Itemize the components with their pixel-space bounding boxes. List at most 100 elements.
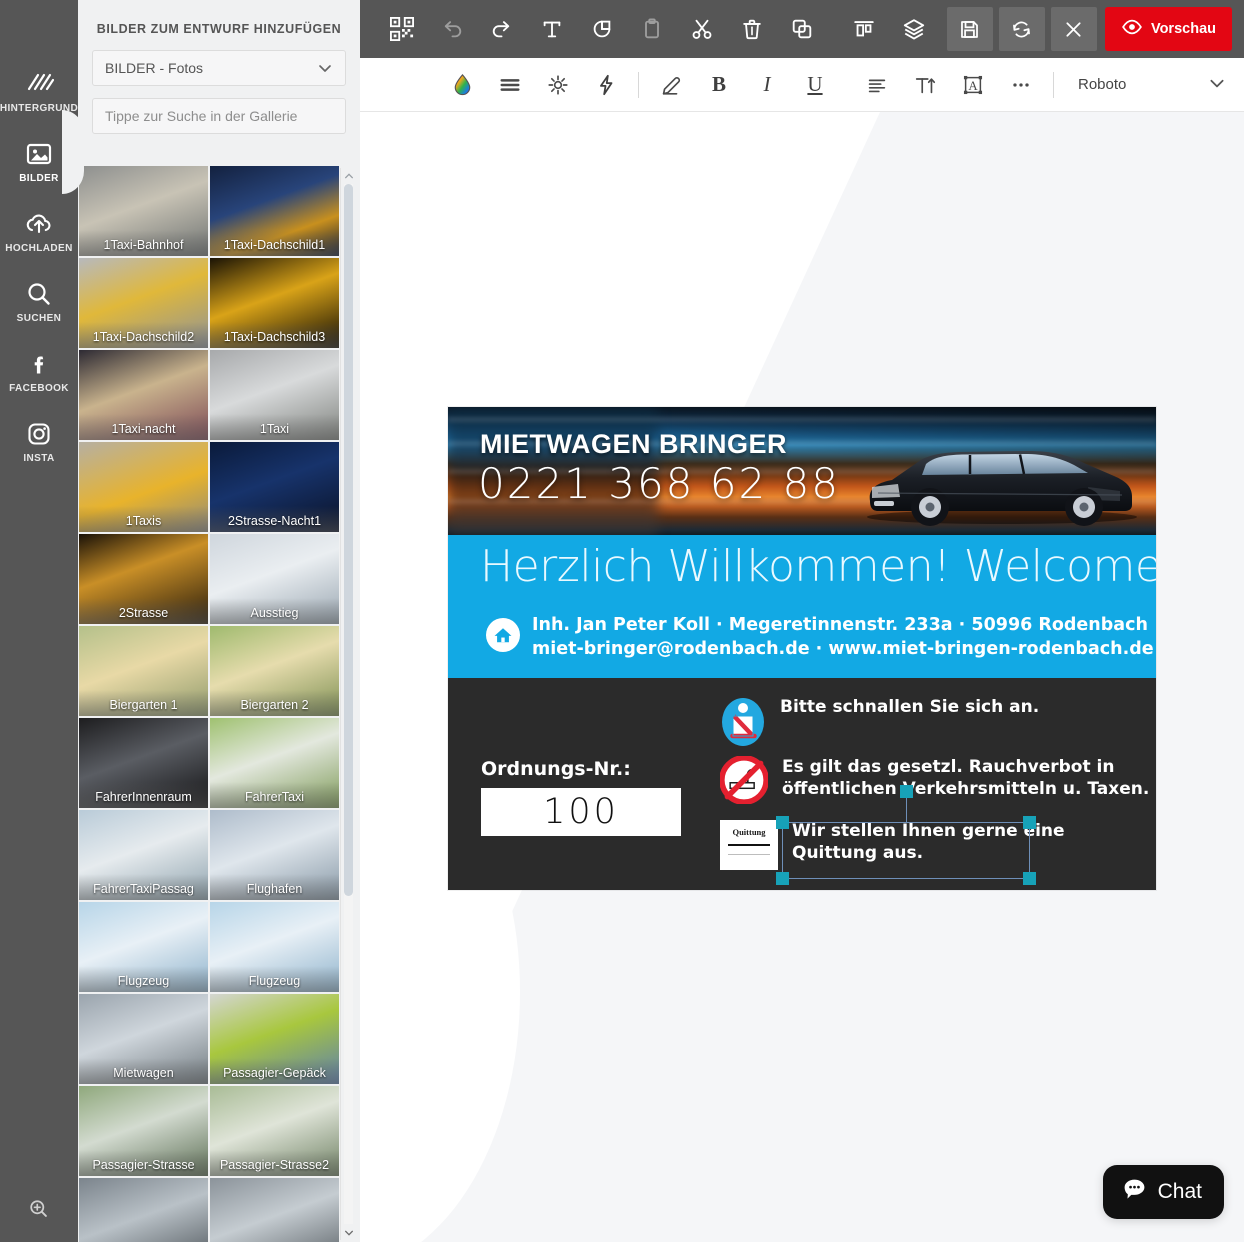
scrollbar-thumb[interactable] xyxy=(344,184,353,896)
thumbnail-item[interactable]: FahrerTaxiPassag xyxy=(79,810,208,900)
contrast-lines-icon[interactable] xyxy=(486,63,534,107)
scroll-down-arrow-icon[interactable] xyxy=(341,1225,356,1240)
text-icon[interactable] xyxy=(528,7,576,51)
align-icon[interactable] xyxy=(840,7,888,51)
bold-icon[interactable]: B xyxy=(695,63,743,107)
thumbnail-item[interactable]: Ausstieg xyxy=(210,534,339,624)
underline-icon[interactable]: U xyxy=(791,63,839,107)
thumbnail-item[interactable]: 1Taxi-Bahnhof xyxy=(79,166,208,256)
resize-handle-top-right[interactable] xyxy=(1023,816,1036,829)
sidebar-item-insta[interactable]: INSTA xyxy=(0,410,78,472)
preview-button[interactable]: Vorschau xyxy=(1104,7,1232,51)
thumbnail-item[interactable] xyxy=(79,1178,208,1242)
resize-handle-bottom-left[interactable] xyxy=(776,872,789,885)
pen-edit-icon[interactable] xyxy=(647,63,695,107)
bold-glyph: B xyxy=(711,72,726,96)
undo-icon[interactable] xyxy=(428,7,476,51)
shape-icon[interactable] xyxy=(578,7,626,51)
layers-icon[interactable] xyxy=(890,7,938,51)
align-text-icon[interactable] xyxy=(853,63,901,107)
thumbnail-item[interactable]: Flugzeug xyxy=(79,902,208,992)
thumbnail-item[interactable]: Passagier-Strasse xyxy=(79,1086,208,1176)
design-rule-1-text[interactable]: Bitte schnallen Sie sich an. xyxy=(780,696,1039,718)
thumbnail-item[interactable]: 1Taxi-Dachschild1 xyxy=(210,166,339,256)
thumbnail-item[interactable] xyxy=(210,1178,339,1242)
thumbnail-item[interactable]: 2Strasse-Nacht1 xyxy=(210,442,339,532)
selection-box[interactable] xyxy=(776,785,1036,885)
cut-scissors-icon[interactable] xyxy=(678,7,726,51)
gallery-search-input[interactable]: Tippe zur Suche in der Gallerie xyxy=(92,98,346,134)
text-box-icon[interactable]: A xyxy=(949,63,997,107)
design-order-box[interactable]: 100 xyxy=(481,788,681,836)
thumbnail-caption: 1Taxi-Dachschild2 xyxy=(92,330,195,344)
sidebar-item-hochladen[interactable]: HOCHLADEN xyxy=(0,200,78,262)
font-family-select[interactable]: Roboto xyxy=(1072,68,1232,102)
image-category-value: BILDER - Fotos xyxy=(105,60,204,76)
thumbnail-scroll-area[interactable]: 1Taxi-Bahnhof 1Taxi-Dachschild1 1Taxi-Dach… xyxy=(78,166,360,1242)
design-canvas-area[interactable]: MIETWAGEN BRINGER 0221 368 62 88 Herzlic… xyxy=(360,112,1244,1242)
design-address-line-2[interactable]: miet-bringer@rodenbach.de · www.miet-bri… xyxy=(532,639,1154,659)
design-rule-2[interactable]: Es gilt das gesetzl. Rauchverbot in öffe… xyxy=(719,755,1149,809)
design-address-line-1[interactable]: Inh. Jan Peter Koll · Megeretinnenstr. 2… xyxy=(532,615,1148,635)
thumbnail-item[interactable]: FahrerInnenraum xyxy=(79,718,208,808)
thumbnail-item[interactable]: 1Taxi xyxy=(210,350,339,440)
chat-button[interactable]: Chat xyxy=(1102,1165,1224,1219)
design-rule-2-text[interactable]: Es gilt das gesetzl. Rauchverbot in öffe… xyxy=(782,756,1149,800)
thumbnail-caption: Biergarten 2 xyxy=(240,698,309,712)
thumbnail-item[interactable]: 1Taxi-Dachschild2 xyxy=(79,258,208,348)
facebook-icon xyxy=(24,349,54,379)
design-artboard[interactable]: MIETWAGEN BRINGER 0221 368 62 88 Herzlic… xyxy=(448,407,1156,890)
svg-text:A: A xyxy=(968,78,978,93)
more-options-icon[interactable] xyxy=(997,63,1045,107)
design-header-banner[interactable]: MIETWAGEN BRINGER 0221 368 62 88 xyxy=(448,407,1156,535)
thumbnail-item[interactable]: Passagier-Gepäck xyxy=(210,994,339,1084)
scroll-up-arrow-icon[interactable] xyxy=(341,168,356,183)
thumbnail-scrollbar[interactable] xyxy=(340,168,355,1240)
thumbnail-item[interactable]: FahrerTaxi xyxy=(210,718,339,808)
resize-handle-bottom-right[interactable] xyxy=(1023,872,1036,885)
thumbnail-item[interactable]: Biergarten 1 xyxy=(79,626,208,716)
thumbnail-item[interactable]: Passagier-Strasse2 xyxy=(210,1086,339,1176)
zoom-in-icon[interactable] xyxy=(0,1186,78,1232)
thumbnail-item[interactable]: 1Taxi-nacht xyxy=(79,350,208,440)
thumbnail-item[interactable]: 1Taxis xyxy=(79,442,208,532)
brightness-icon[interactable] xyxy=(534,63,582,107)
thumbnail-item[interactable]: 1Taxi-Dachschild3 xyxy=(210,258,339,348)
close-icon[interactable] xyxy=(1050,7,1097,51)
color-droplet-icon[interactable] xyxy=(438,63,486,107)
design-rules-section[interactable]: Ordnungs-Nr.: 100 Bitte schnallen Sie si… xyxy=(448,678,1156,890)
thumbnail-item[interactable]: Flugzeug xyxy=(210,902,339,992)
seatbelt-icon xyxy=(720,696,766,753)
design-rule-1[interactable]: Bitte schnallen Sie sich an. xyxy=(720,696,1039,753)
copy-icon[interactable] xyxy=(778,7,826,51)
text-size-icon[interactable] xyxy=(901,63,949,107)
redo-icon[interactable] xyxy=(478,7,526,51)
image-category-select[interactable]: BILDER - Fotos xyxy=(92,50,346,86)
thumbnail-caption: FahrerInnenraum xyxy=(95,790,192,804)
design-welcome-band[interactable]: Herzlich Willkommen! Welcome! Inh. Jan P… xyxy=(448,535,1156,678)
refresh-icon[interactable] xyxy=(998,7,1045,51)
thumbnail-caption: Mietwagen xyxy=(113,1066,174,1080)
design-order-label[interactable]: Ordnungs-Nr.: xyxy=(481,758,631,780)
thumbnail-item[interactable]: Flughafen xyxy=(210,810,339,900)
thumbnail-item[interactable]: Mietwagen xyxy=(79,994,208,1084)
design-phone-number[interactable]: 0221 368 62 88 xyxy=(478,459,840,508)
flash-icon[interactable] xyxy=(582,63,630,107)
qr-code-icon[interactable] xyxy=(378,7,426,51)
thumbnail-item[interactable]: Biergarten 2 xyxy=(210,626,339,716)
italic-icon[interactable]: I xyxy=(743,63,791,107)
trash-icon[interactable] xyxy=(728,7,776,51)
thumbnail-item[interactable]: 2Strasse xyxy=(79,534,208,624)
rotate-handle[interactable] xyxy=(900,785,913,798)
receipt-line-2 xyxy=(728,854,770,855)
design-company-title[interactable]: MIETWAGEN BRINGER xyxy=(480,429,787,460)
thumbnail-caption: Ausstieg xyxy=(250,606,299,620)
save-icon[interactable] xyxy=(946,7,993,51)
main-toolbar: Vorschau xyxy=(360,0,1244,58)
resize-handle-top-left[interactable] xyxy=(776,816,789,829)
sidebar-item-suchen[interactable]: SUCHEN xyxy=(0,270,78,332)
home-icon xyxy=(486,618,520,652)
sidebar-item-facebook[interactable]: FACEBOOK xyxy=(0,340,78,402)
design-welcome-text[interactable]: Herzlich Willkommen! Welcome! xyxy=(480,541,1156,592)
paste-icon[interactable] xyxy=(628,7,676,51)
